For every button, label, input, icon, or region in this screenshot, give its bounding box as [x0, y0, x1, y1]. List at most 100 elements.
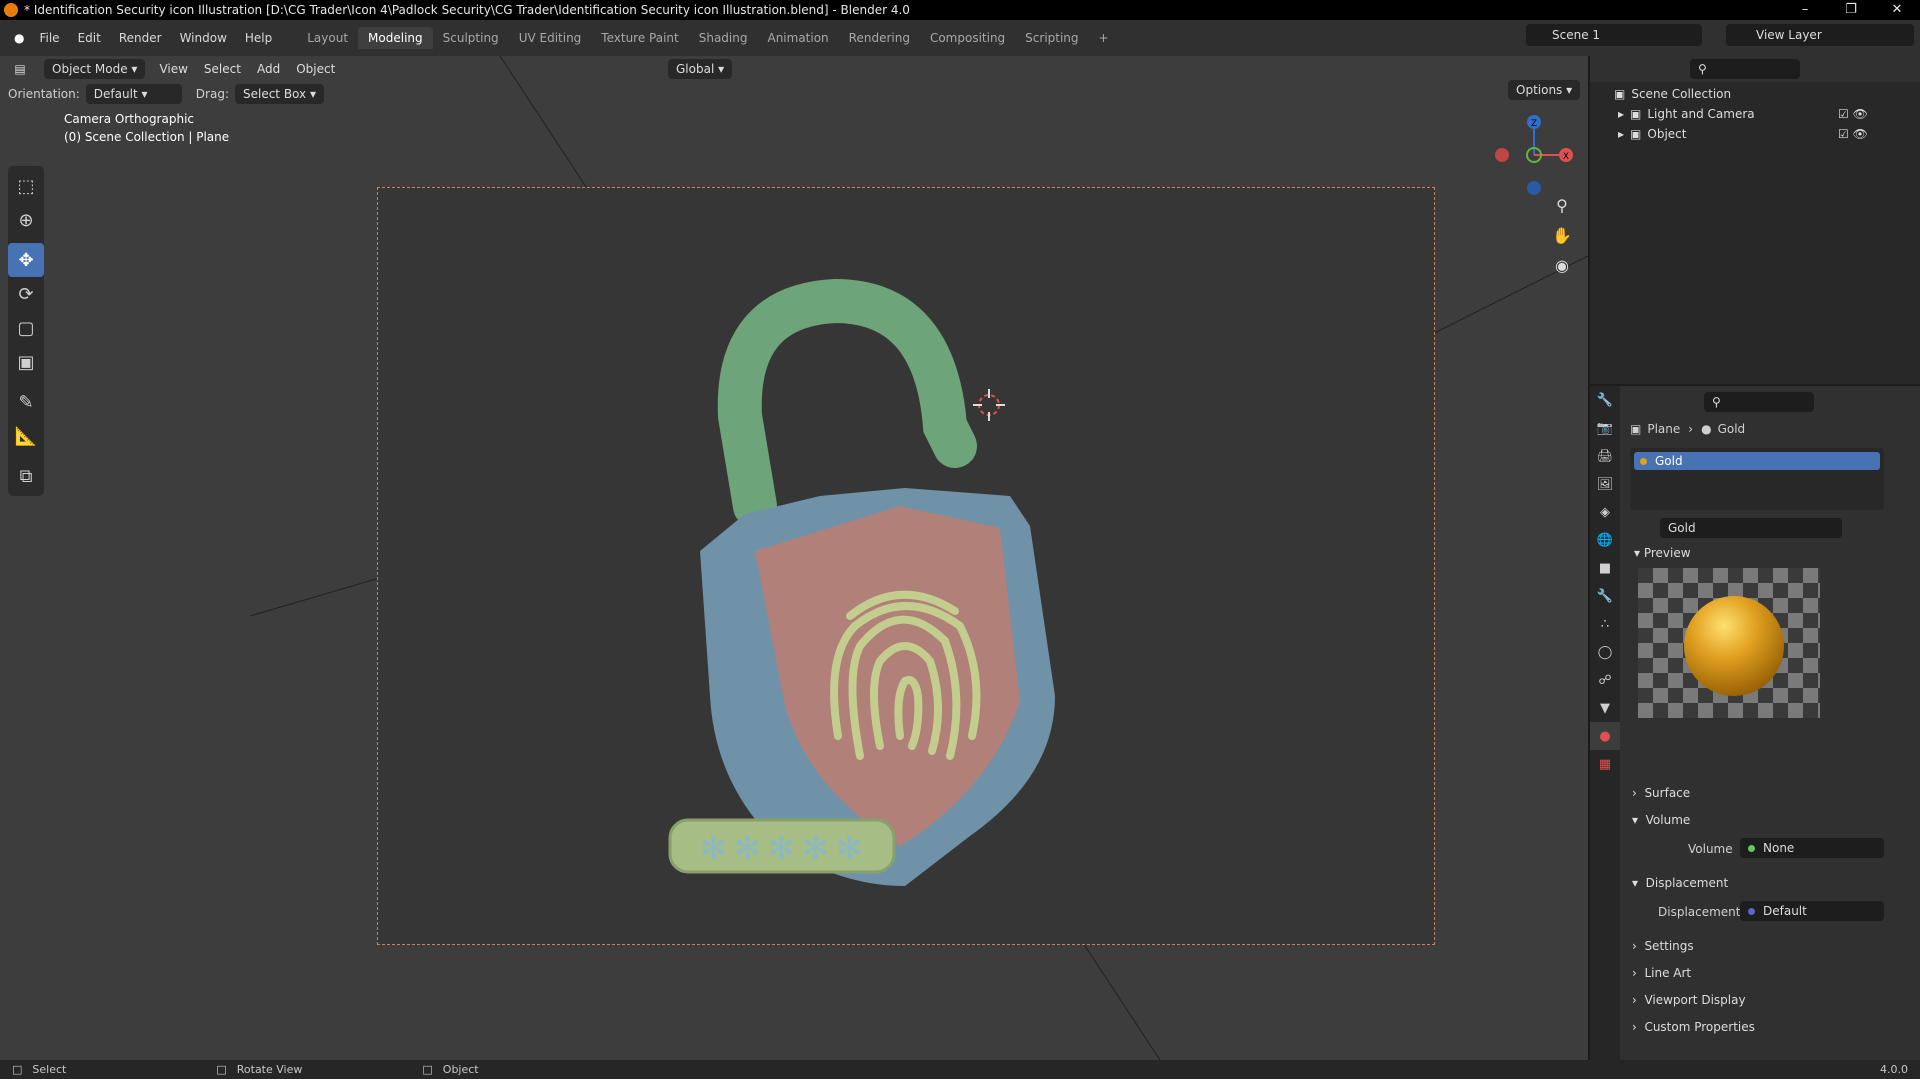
scene-selector[interactable]: Scene 1: [1526, 24, 1702, 46]
expand-arrow-icon[interactable]: ▸: [1618, 127, 1624, 141]
pin-star-3: ✻: [768, 829, 795, 867]
minimize-button[interactable]: –: [1782, 0, 1828, 20]
material-tab-icon[interactable]: ●: [1590, 722, 1620, 750]
tab-compositing[interactable]: Compositing: [920, 27, 1015, 49]
material-icon: ●: [1701, 422, 1712, 436]
mouse-middle-icon: □: [216, 1063, 227, 1076]
breadcrumb-object: Plane: [1647, 422, 1681, 436]
material-slot-label: Gold: [1655, 454, 1683, 468]
pin-star-4: ✻: [802, 829, 829, 867]
surface-panel-header[interactable]: › Surface: [1632, 786, 1690, 800]
particles-tab-icon[interactable]: ∴: [1590, 610, 1620, 638]
menu-render[interactable]: Render: [110, 31, 171, 45]
tab-shading[interactable]: Shading: [689, 27, 758, 49]
window-titlebar: * Identification Security icon Illustrat…: [0, 0, 1920, 20]
tab-scripting[interactable]: Scripting: [1015, 27, 1088, 49]
tab-animation[interactable]: Animation: [757, 27, 838, 49]
navigation-buttons: ⚲ ✋ ◉: [1548, 192, 1576, 282]
gold-sphere-preview: [1684, 596, 1784, 696]
modifier-tab-icon[interactable]: 🔧: [1590, 582, 1620, 610]
expand-arrow-icon[interactable]: ▸: [1618, 107, 1624, 121]
mouse-left-icon: □: [12, 1063, 23, 1076]
physics-tab-icon[interactable]: ◯: [1590, 638, 1620, 666]
navigation-gizmo[interactable]: Z X: [1484, 110, 1574, 200]
menu-file[interactable]: File: [30, 31, 68, 45]
add-workspace-button[interactable]: +: [1089, 27, 1119, 49]
blender-menu-icon[interactable]: ●: [8, 31, 30, 45]
volume-value: None: [1763, 841, 1795, 855]
tool-tab-icon[interactable]: 🔧: [1590, 386, 1620, 414]
blender-logo-icon: [4, 3, 18, 17]
visibility-eye-icon[interactable]: ☑ 👁: [1838, 127, 1868, 141]
custom-properties-panel-header[interactable]: › Custom Properties: [1632, 1020, 1755, 1034]
status-bar: □ Select □ Rotate View □ Object 4.0.0: [0, 1060, 1920, 1079]
volume-panel-header[interactable]: ▾ Volume: [1632, 813, 1690, 827]
camera-view-icon[interactable]: ◉: [1548, 252, 1576, 280]
chevron-right-icon: ›: [1688, 422, 1694, 436]
tab-rendering[interactable]: Rendering: [839, 27, 920, 49]
render-tab-icon[interactable]: 📷: [1590, 414, 1620, 442]
tab-sculpting[interactable]: Sculpting: [433, 27, 509, 49]
scene-name: Scene 1: [1552, 28, 1601, 42]
3d-cursor-icon: [973, 389, 1005, 421]
tab-uv-editing[interactable]: UV Editing: [509, 27, 592, 49]
padlock-illustration[interactable]: ✻ ✻ ✻ ✻ ✻: [0, 56, 1588, 1060]
menu-window[interactable]: Window: [171, 31, 236, 45]
viewport-display-panel-header[interactable]: › Viewport Display: [1632, 993, 1746, 1007]
tab-modeling[interactable]: Modeling: [358, 27, 433, 49]
tab-layout[interactable]: Layout: [297, 27, 358, 49]
collection-icon: ▣: [1630, 107, 1642, 121]
outliner-scene-collection[interactable]: ▣ Scene Collection: [1590, 84, 1920, 104]
view-layer-tab-icon[interactable]: 🖼: [1590, 470, 1620, 498]
properties-search-input[interactable]: ⚲: [1704, 392, 1814, 412]
object-tab-icon[interactable]: ■: [1590, 554, 1620, 582]
preview-title: Preview: [1643, 546, 1691, 560]
displacement-panel-header[interactable]: ▾ Displacement: [1632, 876, 1728, 890]
texture-tab-icon[interactable]: ▦: [1590, 750, 1620, 778]
preview-panel-header[interactable]: ▾ Preview: [1626, 546, 1916, 560]
menu-edit[interactable]: Edit: [69, 31, 110, 45]
collection-icon: ▣: [1614, 87, 1626, 101]
properties-panel: 🔧 📷 🖨 🖼 ◈ 🌐 ■ 🔧 ∴ ◯ ☍ ▼ ● ▦ ⚲ ▣ Plane › …: [1588, 386, 1920, 1060]
output-tab-icon[interactable]: 🖨: [1590, 442, 1620, 470]
visibility-eye-icon[interactable]: ☑ 👁: [1838, 107, 1868, 121]
outliner-item-label: Object: [1647, 127, 1687, 141]
gizmo-x-label: X: [1563, 152, 1569, 162]
material-name-field[interactable]: Gold: [1660, 518, 1842, 538]
material-slot-list[interactable]: Gold: [1630, 448, 1884, 510]
material-slot-row[interactable]: Gold: [1634, 452, 1880, 470]
volume-input[interactable]: None: [1740, 838, 1884, 858]
scene-tab-icon[interactable]: ◈: [1590, 498, 1620, 526]
gold-material-icon: [1640, 457, 1647, 465]
outliner-search-input[interactable]: ⚲: [1690, 59, 1800, 79]
menu-help[interactable]: Help: [236, 31, 281, 45]
top-bar: ● File Edit Render Window Help Layout Mo…: [0, 20, 1920, 56]
pan-hand-icon[interactable]: ✋: [1548, 222, 1576, 250]
tab-texture-paint[interactable]: Texture Paint: [591, 27, 688, 49]
maximize-button[interactable]: ❐: [1828, 0, 1874, 20]
pin-star-1: ✻: [700, 829, 727, 867]
outliner-root-label: Scene Collection: [1631, 87, 1732, 101]
constraints-tab-icon[interactable]: ☍: [1590, 666, 1620, 694]
breadcrumb: ▣ Plane › ● Gold: [1630, 422, 1745, 436]
line-art-panel-header[interactable]: › Line Art: [1632, 966, 1691, 980]
zoom-icon[interactable]: ⚲: [1548, 192, 1576, 220]
window-title: * Identification Security icon Illustrat…: [24, 3, 910, 17]
collection-icon: ▣: [1630, 127, 1642, 141]
world-tab-icon[interactable]: 🌐: [1590, 526, 1620, 554]
volume-label: Volume: [1688, 842, 1733, 856]
pin-stars: ✻ ✻ ✻ ✻ ✻: [700, 829, 863, 867]
data-tab-icon[interactable]: ▼: [1590, 694, 1620, 722]
displacement-input[interactable]: Default: [1740, 901, 1884, 921]
status-select: Select: [32, 1063, 67, 1076]
settings-title: Settings: [1644, 939, 1694, 953]
close-button[interactable]: ✕: [1874, 0, 1920, 20]
outliner-item-object[interactable]: ▸ ▣ Object ☑ 👁: [1590, 124, 1920, 144]
mouse-right-icon: □: [422, 1063, 433, 1076]
pin-star-5: ✻: [836, 829, 863, 867]
settings-panel-header[interactable]: › Settings: [1632, 939, 1694, 953]
outliner-item-light-and-camera[interactable]: ▸ ▣ Light and Camera ☑ 👁: [1590, 104, 1920, 124]
view-layer-selector[interactable]: View Layer: [1726, 24, 1914, 46]
volume-title: Volume: [1645, 813, 1691, 827]
3d-viewport[interactable]: ▤ Object Mode ▾ View Select Add Object G…: [0, 56, 1588, 1060]
